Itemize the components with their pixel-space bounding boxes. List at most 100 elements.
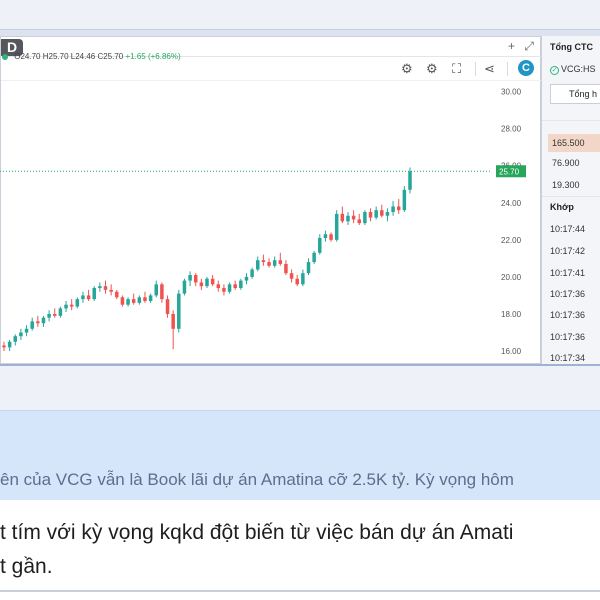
status-dot-icon [2, 53, 8, 60]
candle-body [86, 295, 91, 300]
candle-body [357, 219, 361, 224]
y-tick-label: 18.00 [501, 310, 522, 319]
y-tick-label: 28.00 [501, 125, 522, 134]
candle-body [210, 278, 215, 285]
ohlc-high: H25.70 [42, 52, 69, 61]
top-band [0, 0, 600, 30]
candle-body [199, 282, 204, 287]
price-row: 76.900 [552, 158, 580, 168]
candle-body [385, 212, 390, 216]
candle-body [323, 234, 328, 238]
order-book-panel: Tổng CTC ✓ VCG:HS Tổng h 165.500 76.900 1… [541, 36, 600, 364]
candle-body [346, 215, 350, 222]
candle-body [148, 295, 153, 301]
candle-body [154, 284, 158, 296]
candle-body [92, 288, 96, 300]
candle-body [81, 295, 85, 300]
candle-body [75, 299, 80, 307]
panel-title: Tổng CTC [550, 42, 593, 52]
candle-body [36, 321, 40, 324]
candle-body [47, 313, 51, 318]
candle-body [53, 313, 57, 316]
share-icon[interactable]: ⋖ [484, 61, 495, 76]
candle-body [227, 284, 232, 292]
candle-body [261, 260, 266, 263]
settings-gear-icon[interactable]: ⚙ [401, 61, 413, 76]
screenshot-root: { "chart_panel": { "badge": "D", "title_… [0, 0, 600, 600]
ohlc-low: L24.46 [70, 52, 96, 61]
candle-body [19, 332, 23, 337]
candle-body [188, 275, 192, 281]
candle-body [7, 341, 12, 348]
candle-body [295, 278, 299, 285]
candle-body [131, 299, 136, 303]
candlestick-chart[interactable]: 30.0028.0026.0024.0022.0020.0018.0016.00… [0, 86, 541, 364]
candle-body [115, 291, 119, 298]
ohlc-change: +1.65 (+6.86%) [125, 52, 181, 61]
candle-body [41, 317, 46, 324]
candle-body [391, 206, 395, 213]
post-body-line: t gần. [0, 555, 53, 578]
candle-body [363, 212, 367, 224]
candle-body [58, 308, 63, 316]
candle-body [408, 171, 412, 190]
check-circle-icon: ✓ [550, 66, 559, 75]
candle-body [120, 297, 125, 305]
matched-header: Khớp [550, 202, 574, 212]
candle-body [256, 260, 260, 270]
trade-time: 10:17:42 [550, 246, 586, 256]
candle-body [193, 275, 198, 283]
summary-tab[interactable]: Tổng h [550, 84, 600, 104]
trade-time: 10:17:36 [550, 310, 586, 320]
toolbar-divider [475, 62, 476, 76]
y-tick-label: 24.00 [501, 199, 522, 208]
symbol-text: VCG:HS [561, 64, 596, 74]
caption-band [0, 366, 600, 410]
trade-time: 10:17:41 [550, 268, 586, 278]
expand-icon[interactable]: ⤢ [524, 39, 534, 53]
candle-body [222, 288, 226, 292]
candle-body [143, 297, 147, 301]
last-price-label: 25.70 [499, 167, 520, 176]
post-body-line: t tím với kỳ vọng kqkd đột biến từ việc … [0, 521, 514, 544]
candle-body [177, 293, 181, 329]
candle-body [2, 345, 6, 348]
candle-body [69, 304, 74, 307]
candle-body [126, 299, 130, 305]
candle-body [334, 213, 339, 240]
candle-body [272, 260, 277, 266]
bottom-divider [0, 590, 600, 592]
candle-body [301, 273, 305, 285]
candle-body [205, 278, 209, 287]
candle-body [340, 213, 345, 222]
candle-body [244, 276, 249, 281]
candle-body [267, 262, 271, 266]
ohlc-open: O24.70 [14, 52, 41, 61]
candle-body [278, 260, 283, 264]
c-logo-icon[interactable]: C [518, 60, 534, 76]
candle-body [306, 262, 311, 274]
candle-body [160, 284, 164, 300]
trade-time: 10:17:36 [550, 289, 586, 299]
candle-body [98, 286, 102, 289]
candle-body [402, 189, 407, 211]
candle-body [380, 210, 384, 216]
candle-body [374, 210, 378, 218]
gear-icon[interactable]: ⚙ [426, 61, 438, 76]
candle-body [289, 273, 294, 279]
ohlc-legend: O24.70 H25.70 L24.46 C25.70 +1.65 (+6.86… [2, 52, 181, 61]
trade-time: 10:17:34 [550, 353, 586, 363]
candle-body [171, 313, 175, 329]
candle-body [24, 328, 29, 333]
candle-body [137, 297, 142, 303]
plus-icon[interactable]: + [508, 39, 515, 53]
trade-time: 10:17:36 [550, 332, 586, 342]
fullscreen-icon[interactable]: ⛶ [452, 61, 461, 76]
candle-body [368, 212, 373, 218]
candle-body [103, 286, 108, 290]
candle-body [239, 280, 243, 289]
y-tick-label: 30.00 [501, 88, 522, 97]
divider [542, 196, 600, 197]
candle-body [216, 284, 221, 289]
candle-body [318, 237, 322, 253]
